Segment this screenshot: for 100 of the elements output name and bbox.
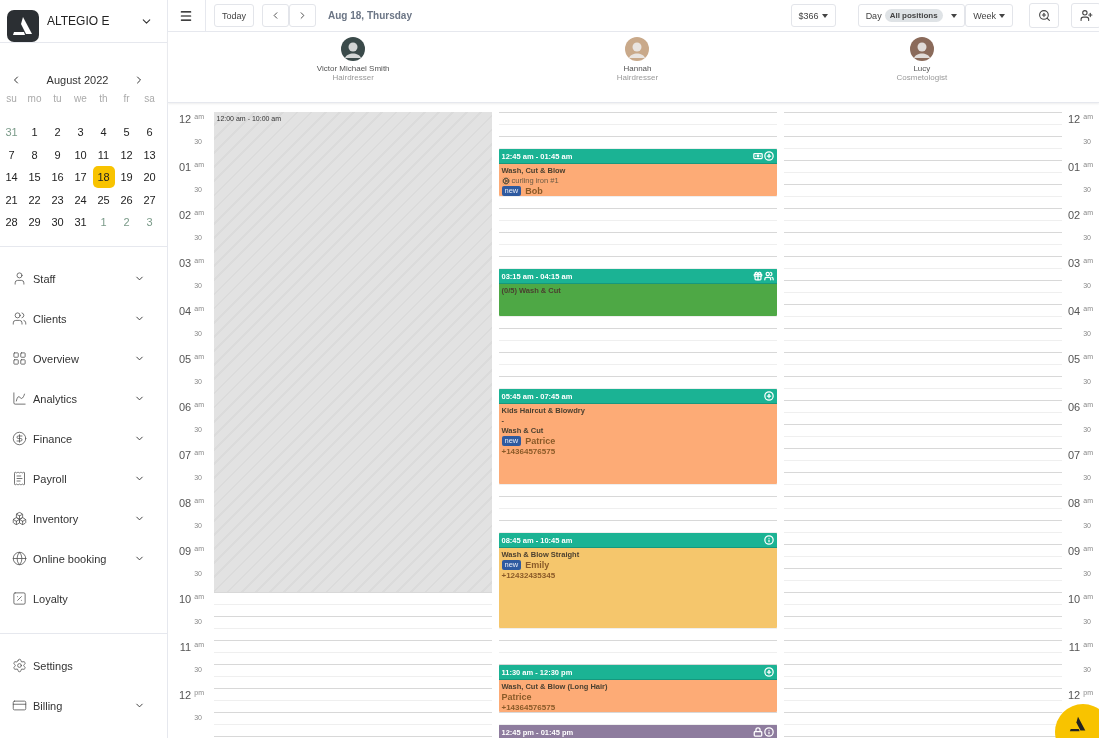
plus-circle-icon xyxy=(763,667,774,677)
calendar-day[interactable]: 2 xyxy=(46,121,69,143)
calendar-day[interactable]: 22 xyxy=(23,188,46,211)
nav-label: Payroll xyxy=(33,472,68,485)
nav-label: Analytics xyxy=(33,392,79,405)
day-positions-dropdown[interactable]: Day All positions xyxy=(857,4,966,27)
calendar-day[interactable]: 20 xyxy=(138,166,161,189)
calendar-day[interactable]: 1 xyxy=(23,121,46,143)
nav-item[interactable]: Online booking xyxy=(0,538,167,579)
client-name: Emily xyxy=(525,560,550,570)
today-button[interactable]: Today xyxy=(214,4,255,27)
calendar-day[interactable]: 29 xyxy=(23,211,46,234)
calendar-day[interactable]: 9 xyxy=(46,143,69,166)
nav-label: Clients xyxy=(33,312,68,325)
nav-label: Overview xyxy=(33,352,80,365)
calendar-day[interactable]: 14 xyxy=(0,166,23,189)
calendar-day[interactable]: 13 xyxy=(138,143,161,166)
nav-label: Inventory xyxy=(33,512,80,525)
calendar-day[interactable]: 27 xyxy=(138,188,161,211)
staff-role: Hairdresser xyxy=(332,73,374,82)
calendar-day[interactable]: 30 xyxy=(46,211,69,234)
calendar-day[interactable]: 6 xyxy=(138,121,161,143)
calendar-day[interactable]: 10 xyxy=(69,143,92,166)
nav-item[interactable]: Loyalty xyxy=(0,578,167,619)
plus-circle-icon xyxy=(763,151,774,161)
logo-icon xyxy=(7,10,39,42)
caret-icon xyxy=(951,13,958,18)
nav-label: Online booking xyxy=(33,552,108,565)
calendar-day[interactable]: 31 xyxy=(69,211,92,234)
gift-icon xyxy=(752,271,763,281)
zoom-button[interactable] xyxy=(1029,3,1059,28)
globe-icon xyxy=(12,551,27,567)
weekday-label: tu xyxy=(53,93,62,106)
caret-icon xyxy=(999,13,1005,18)
nav-label: Settings xyxy=(33,659,74,672)
calendar-day[interactable]: 25 xyxy=(92,188,115,211)
current-date: Aug 18, Thursday xyxy=(328,10,413,21)
weekday-label: su xyxy=(6,93,17,106)
client-name: Bob xyxy=(525,186,543,196)
add-staff-button[interactable] xyxy=(1071,3,1099,28)
plus-circle-icon xyxy=(763,391,774,401)
calendar-day[interactable]: 3 xyxy=(69,121,92,143)
calendar-day[interactable]: 26 xyxy=(115,188,138,211)
chart-icon xyxy=(12,391,27,407)
add-user-icon xyxy=(1079,9,1093,22)
client-name: Patrice xyxy=(501,692,532,702)
nav-item[interactable]: Settings xyxy=(0,645,167,686)
client-phone: +12432435345 xyxy=(501,571,557,580)
nav-item[interactable]: Finance xyxy=(0,418,167,459)
cash-icon xyxy=(752,151,763,161)
staff-role: Hairdresser xyxy=(616,73,659,82)
nav-item[interactable]: Staff xyxy=(0,258,167,299)
caret-icon xyxy=(821,13,828,18)
nav-item[interactable]: Inventory xyxy=(0,498,167,539)
client-phone: +14364576575 xyxy=(501,703,557,712)
nav-item[interactable]: Clients xyxy=(0,298,167,339)
calendar-day[interactable]: 18 xyxy=(92,166,115,189)
gear-icon xyxy=(501,176,510,185)
nav-item[interactable]: Billing xyxy=(0,685,167,726)
cards-icon xyxy=(12,698,27,714)
calendar-day[interactable]: 11 xyxy=(92,143,115,166)
weekday-label: mo xyxy=(27,93,42,106)
calendar-day[interactable]: 19 xyxy=(115,166,138,189)
lock-icon xyxy=(752,727,763,737)
month-title: August 2022 xyxy=(46,74,109,86)
staff-name: Hannah xyxy=(623,64,652,73)
calendar-day[interactable]: 4 xyxy=(92,121,115,143)
nav-item[interactable]: Analytics xyxy=(0,378,167,419)
info-icon xyxy=(763,535,774,545)
nav-item[interactable]: Overview xyxy=(0,338,167,379)
calendar-day[interactable]: 24 xyxy=(69,188,92,211)
nav-label: Staff xyxy=(33,272,57,285)
staff-name: Lucy xyxy=(913,64,931,73)
calendar-day[interactable]: 21 xyxy=(0,188,23,211)
calendar-day[interactable]: 23 xyxy=(46,188,69,211)
settings-icon xyxy=(12,658,27,674)
zoom-in-icon xyxy=(1037,9,1051,22)
calendar-day[interactable]: 15 xyxy=(23,166,46,189)
nav-label: Billing xyxy=(33,699,64,712)
people-icon xyxy=(12,311,27,327)
calendar-day[interactable]: 12 xyxy=(115,143,138,166)
calendar-day[interactable]: 5 xyxy=(115,121,138,143)
calendar-day[interactable]: 28 xyxy=(0,211,23,234)
nav-item[interactable]: Payroll xyxy=(0,458,167,499)
staff-role: Cosmetologist xyxy=(896,73,948,82)
brand-name: ALTEGIO E xyxy=(47,14,111,28)
client-name: Patrice xyxy=(525,436,556,446)
receipt-icon xyxy=(12,471,27,487)
grid-icon xyxy=(12,351,27,367)
calendar-day[interactable]: 7 xyxy=(0,143,23,166)
calendar-day[interactable]: 8 xyxy=(23,143,46,166)
revenue-dropdown[interactable]: $366 xyxy=(790,4,836,27)
calendar-day[interactable]: 17 xyxy=(69,166,92,189)
weekday-label: th xyxy=(99,93,108,106)
nav-label: Loyalty xyxy=(33,592,69,605)
people-icon xyxy=(763,271,774,281)
weekday-label: we xyxy=(74,93,87,106)
calendar-day[interactable]: 16 xyxy=(46,166,69,189)
client-phone: +14364576575 xyxy=(501,447,557,456)
week-dropdown[interactable]: Week xyxy=(965,4,1013,27)
